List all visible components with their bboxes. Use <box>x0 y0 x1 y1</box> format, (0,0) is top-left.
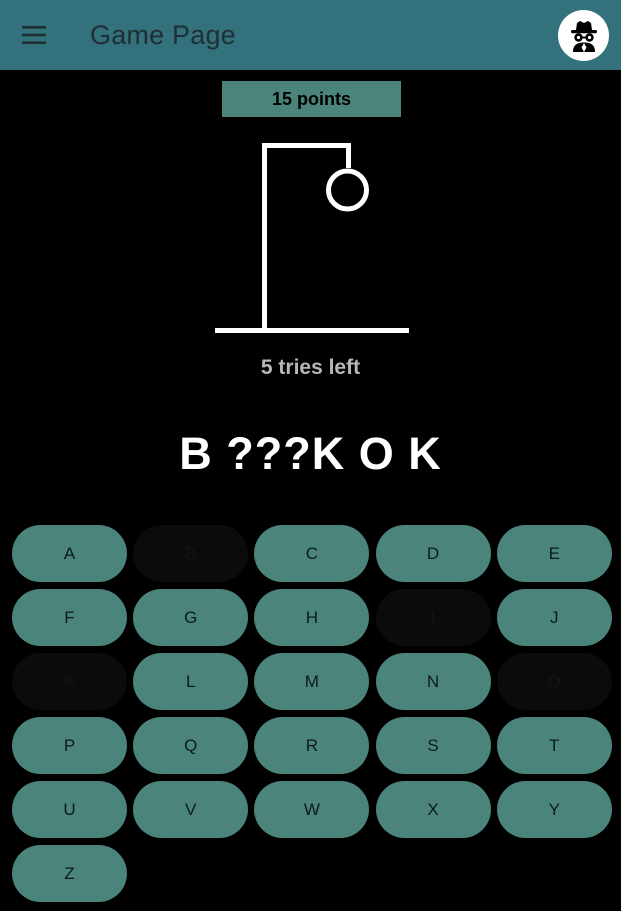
letter-keyboard: ABCDE FGHIJ KLMNO PQRST UVWXY Z <box>12 525 612 902</box>
letter-key-i: I <box>375 589 491 646</box>
letter-key-b: B <box>133 525 249 582</box>
page-title: Game Page <box>90 20 236 50</box>
letter-key-t[interactable]: T <box>496 717 612 774</box>
letter-key-h[interactable]: H <box>254 589 370 646</box>
hamburger-menu-icon <box>22 26 46 44</box>
letter-key-p[interactable]: P <box>12 717 127 774</box>
gallows-rope <box>346 143 351 168</box>
letter-key-z[interactable]: Z <box>12 845 127 902</box>
tries-left-label: 5 tries left <box>260 356 361 379</box>
gallows-beam <box>262 143 351 148</box>
letter-key-m[interactable]: M <box>254 653 370 710</box>
letter-key-y[interactable]: Y <box>496 781 612 838</box>
letter-key-r[interactable]: R <box>254 717 370 774</box>
hidden-word: B ???K O K <box>179 428 442 479</box>
letter-key-x[interactable]: X <box>375 781 491 838</box>
letter-key-n[interactable]: N <box>375 653 491 710</box>
letter-key-k: K <box>12 653 127 710</box>
app-bar: Game Page <box>0 0 621 70</box>
hangman-head <box>326 168 369 212</box>
letter-key-o: O <box>496 653 612 710</box>
menu-button[interactable] <box>14 17 54 53</box>
letter-key-j[interactable]: J <box>496 589 612 646</box>
letter-key-e[interactable]: E <box>496 525 612 582</box>
spy-incognito-icon <box>570 20 597 52</box>
letter-key-q[interactable]: Q <box>133 717 249 774</box>
score-badge: 15 points <box>222 81 401 117</box>
letter-key-l[interactable]: L <box>133 653 249 710</box>
gallows-base <box>215 328 409 333</box>
letter-key-u[interactable]: U <box>12 781 127 838</box>
hangman-drawing <box>215 143 409 333</box>
gallows-post <box>262 143 267 330</box>
avatar-button[interactable] <box>558 10 609 61</box>
letter-key-f[interactable]: F <box>12 589 127 646</box>
letter-key-g[interactable]: G <box>133 589 249 646</box>
letter-key-d[interactable]: D <box>375 525 491 582</box>
letter-key-c[interactable]: C <box>254 525 370 582</box>
letter-key-s[interactable]: S <box>375 717 491 774</box>
letter-key-w[interactable]: W <box>254 781 370 838</box>
letter-key-a[interactable]: A <box>12 525 127 582</box>
letter-key-v[interactable]: V <box>133 781 249 838</box>
